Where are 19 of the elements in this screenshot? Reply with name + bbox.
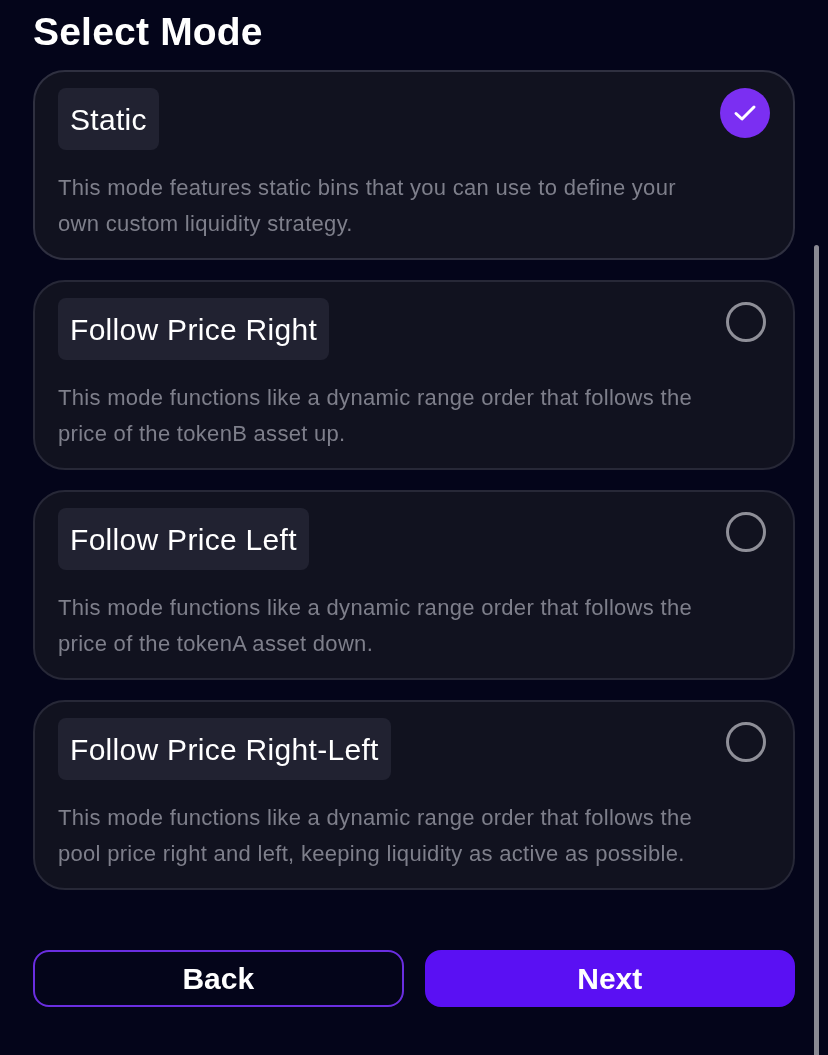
mode-description: This mode functions like a dynamic range order that follows the pool price right and left, keeping liquidity as active as possible. <box>58 804 693 868</box>
mode-description: This mode functions like a dynamic range order that follows the price of the tokenA asset down. <box>58 594 693 658</box>
mode-option-card[interactable]: Follow Price Right This mode functions like a dynamic range order that follows the price of the tokenB asset up. <box>33 280 795 470</box>
page-title: Select Mode <box>33 10 263 54</box>
scrollbar-thumb[interactable] <box>814 245 819 1055</box>
mode-description: This mode features static bins that you can use to define your own custom liquidity strategy. <box>58 174 677 238</box>
mode-option-card[interactable]: Static This mode features static bins that you can use to define your own custom liquidity strategy. <box>33 70 795 260</box>
mode-label: Follow Price Right-Left <box>58 718 391 780</box>
radio-circle-icon[interactable] <box>726 302 766 342</box>
mode-label: Static <box>58 88 159 150</box>
mode-option-card[interactable]: Follow Price Right-Left This mode functions like a dynamic range order that follows the pool price right and left, keeping liquidity as active as possible. <box>33 700 795 890</box>
mode-option-card[interactable]: Follow Price Left This mode functions like a dynamic range order that follows the price of the tokenA asset down. <box>33 490 795 680</box>
mode-label: Follow Price Right <box>58 298 330 360</box>
radio-circle-icon[interactable] <box>726 512 766 552</box>
radio-circle-icon[interactable] <box>726 722 766 762</box>
next-button[interactable]: Next <box>424 950 795 1007</box>
mode-description: This mode functions like a dynamic range order that follows the price of the tokenB asset up. <box>58 384 693 448</box>
back-button[interactable]: Back <box>33 950 404 1007</box>
mode-label: Follow Price Left <box>58 508 309 570</box>
